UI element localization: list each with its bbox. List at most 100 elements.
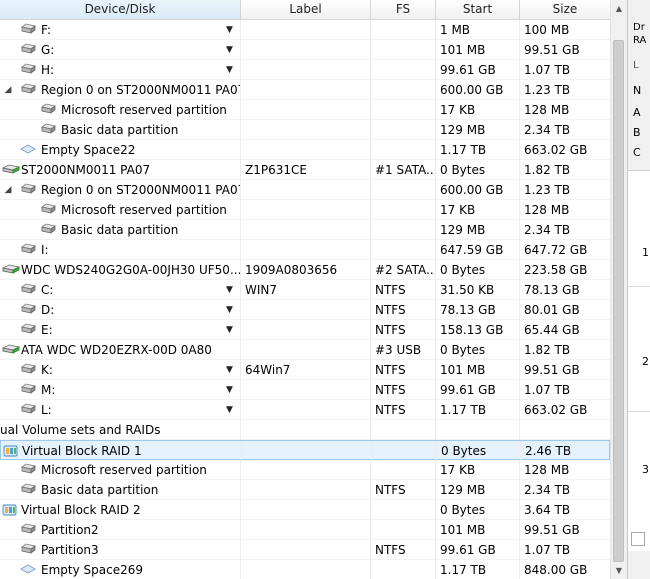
- device-name: Partition2: [41, 523, 99, 537]
- device-cell[interactable]: Basic data partition: [0, 220, 241, 240]
- device-name: Empty Space22: [41, 143, 136, 157]
- scroll-down-icon[interactable]: ▼: [611, 562, 627, 579]
- device-cell[interactable]: ST2000NM0011 PA07: [0, 160, 241, 180]
- table-row[interactable]: Basic data partition 129 MB 2.34 TB: [0, 220, 610, 240]
- table-row[interactable]: ◢ Region 0 on ST2000NM0011 PA07 600.00 GB 1…: [0, 180, 610, 200]
- device-cell[interactable]: D: ▼: [0, 300, 241, 320]
- column-label[interactable]: Label: [241, 0, 371, 19]
- device-cell[interactable]: F: ▼: [0, 20, 241, 40]
- device-name: F:: [41, 23, 52, 37]
- fs-cell: [371, 140, 436, 160]
- table-row[interactable]: Partition2 101 MB 99.51 GB: [0, 520, 610, 540]
- dropdown-arrow-icon[interactable]: ▼: [226, 280, 233, 300]
- table-row[interactable]: Microsoft reserved partition 17 KB 128 MB: [0, 200, 610, 220]
- partition-icon: [20, 400, 38, 420]
- size-cell: 2.46 TB: [525, 444, 572, 458]
- device-cell[interactable]: M: ▼: [0, 380, 241, 400]
- device-cell[interactable]: Partition3: [0, 540, 241, 560]
- table-row[interactable]: Virtual Block RAID 1 0 Bytes 2.46 TB: [0, 440, 610, 461]
- fs-cell: [371, 520, 436, 540]
- dropdown-arrow-icon[interactable]: ▼: [226, 300, 233, 320]
- dropdown-arrow-icon[interactable]: ▼: [226, 320, 233, 340]
- table-row[interactable]: M: ▼ NTFS 99.61 GB 1.07 TB: [0, 380, 610, 400]
- column-start[interactable]: Start: [436, 0, 520, 19]
- table-row[interactable]: H: ▼ 99.61 GB 1.07 TB: [0, 60, 610, 80]
- table-row[interactable]: C: ▼ WIN7 NTFS 31.50 KB 78.13 GB: [0, 280, 610, 300]
- expand-toggle-icon[interactable]: ◢: [2, 80, 14, 100]
- device-cell[interactable]: C: ▼: [0, 280, 241, 300]
- vertical-scrollbar[interactable]: ▲ ▼: [610, 0, 627, 579]
- partition-icon: [20, 360, 38, 380]
- table-row[interactable]: ATA WDC WD20EZRX-00D 0A80 #3 USB 0 Bytes 1.…: [0, 340, 610, 360]
- device-cell[interactable]: Empty Space22: [0, 140, 241, 160]
- scroll-thumb[interactable]: [613, 40, 624, 562]
- device-cell[interactable]: K: ▼: [0, 360, 241, 380]
- dropdown-arrow-icon[interactable]: ▼: [226, 400, 233, 420]
- table-row[interactable]: Microsoft reserved partition 17 KB 128 MB: [0, 100, 610, 120]
- scroll-up-icon[interactable]: ▲: [611, 0, 627, 17]
- device-cell[interactable]: Microsoft reserved partition: [0, 200, 241, 220]
- device-cell[interactable]: Basic data partition: [0, 120, 241, 140]
- table-row[interactable]: G: ▼ 101 MB 99.51 GB: [0, 40, 610, 60]
- size-cell: 99.51 GB: [524, 523, 580, 537]
- partition-icon: [20, 380, 38, 400]
- table-row[interactable]: Empty Space269 1.17 TB 848.00 GB: [0, 560, 610, 579]
- column-header: Device/Disk Label FS Start Size: [0, 0, 610, 20]
- start-cell: 31.50 KB: [436, 280, 520, 300]
- table-row[interactable]: D: ▼ NTFS 78.13 GB 80.01 GB: [0, 300, 610, 320]
- device-cell[interactable]: E: ▼: [0, 320, 241, 340]
- column-device[interactable]: Device/Disk: [0, 0, 241, 19]
- device-cell[interactable]: ATA WDC WD20EZRX-00D 0A80: [0, 340, 241, 360]
- start-cell: 1.17 TB: [436, 400, 520, 420]
- device-name: Microsoft reserved partition: [41, 463, 207, 477]
- table-row[interactable]: Basic data partition 129 MB 2.34 TB: [0, 120, 610, 140]
- table-row[interactable]: Virtual Block RAID 2 0 Bytes 3.64 TB: [0, 500, 610, 520]
- device-cell[interactable]: H: ▼: [0, 60, 241, 80]
- device-cell[interactable]: Virtual Block RAID 1: [1, 441, 242, 461]
- device-cell[interactable]: ◢ Region 0 on ST2000NM0011 PA07: [0, 80, 241, 100]
- table-row[interactable]: Empty Space22 1.17 TB 663.02 GB: [0, 140, 610, 160]
- device-name: E:: [41, 323, 53, 337]
- dropdown-arrow-icon[interactable]: ▼: [226, 380, 233, 400]
- column-size[interactable]: Size: [520, 0, 610, 19]
- device-cell[interactable]: Virtual Block RAID 2: [0, 500, 241, 520]
- device-cell[interactable]: I:: [0, 240, 241, 260]
- table-row[interactable]: Basic data partition NTFS 129 MB 2.34 TB: [0, 480, 610, 500]
- device-cell[interactable]: WDC WDS240G2G0A-00JH30 UF50...: [0, 260, 241, 280]
- start-cell: 101 MB: [436, 40, 520, 60]
- table-row[interactable]: E: ▼ NTFS 158.13 GB 65.44 GB: [0, 320, 610, 340]
- device-cell[interactable]: Basic data partition: [0, 480, 241, 500]
- size-cell: 100 MB: [524, 23, 570, 37]
- start-cell: 101 MB: [436, 360, 520, 380]
- device-name: Region 0 on ST2000NM0011 PA07: [41, 183, 241, 197]
- dropdown-arrow-icon[interactable]: ▼: [226, 40, 233, 60]
- dropdown-arrow-icon[interactable]: ▼: [226, 360, 233, 380]
- device-cell[interactable]: ual Volume sets and RAIDs: [0, 420, 241, 440]
- table-row[interactable]: I: 647.59 GB 647.72 GB: [0, 240, 610, 260]
- dropdown-arrow-icon[interactable]: ▼: [226, 60, 233, 80]
- table-row[interactable]: K: ▼ 64Win7 NTFS 101 MB 99.51 GB: [0, 360, 610, 380]
- size-cell: 663.02 GB: [524, 143, 588, 157]
- table-row[interactable]: WDC WDS240G2G0A-00JH30 UF50... 1909A08036…: [0, 260, 610, 280]
- table-row[interactable]: ual Volume sets and RAIDs: [0, 420, 610, 440]
- expand-toggle-icon[interactable]: ◢: [2, 180, 14, 200]
- label-cell: [241, 460, 371, 480]
- table-row[interactable]: ◢ Region 0 on ST2000NM0011 PA07 600.00 GB 1…: [0, 80, 610, 100]
- device-cell[interactable]: Empty Space269: [0, 560, 241, 579]
- table-row[interactable]: ST2000NM0011 PA07 Z1P631CE #1 SATA... 0 Byt…: [0, 160, 610, 180]
- table-row[interactable]: L: ▼ NTFS 1.17 TB 663.02 GB: [0, 400, 610, 420]
- table-row[interactable]: Microsoft reserved partition 17 KB 128 MB: [0, 460, 610, 480]
- device-cell[interactable]: ◢ Region 0 on ST2000NM0011 PA07: [0, 180, 241, 200]
- device-cell[interactable]: L: ▼: [0, 400, 241, 420]
- device-cell[interactable]: Microsoft reserved partition: [0, 460, 241, 480]
- table-row[interactable]: Partition3 NTFS 99.61 GB 1.07 TB: [0, 540, 610, 560]
- device-cell[interactable]: G: ▼: [0, 40, 241, 60]
- right-panel-number-1: 1: [642, 246, 649, 259]
- right-panel-checkbox[interactable]: [631, 532, 645, 546]
- device-name: ual Volume sets and RAIDs: [0, 423, 161, 437]
- device-cell[interactable]: Partition2: [0, 520, 241, 540]
- column-fs[interactable]: FS: [371, 0, 436, 19]
- device-cell[interactable]: Microsoft reserved partition: [0, 100, 241, 120]
- table-row[interactable]: F: ▼ 1 MB 100 MB: [0, 20, 610, 40]
- dropdown-arrow-icon[interactable]: ▼: [226, 20, 233, 40]
